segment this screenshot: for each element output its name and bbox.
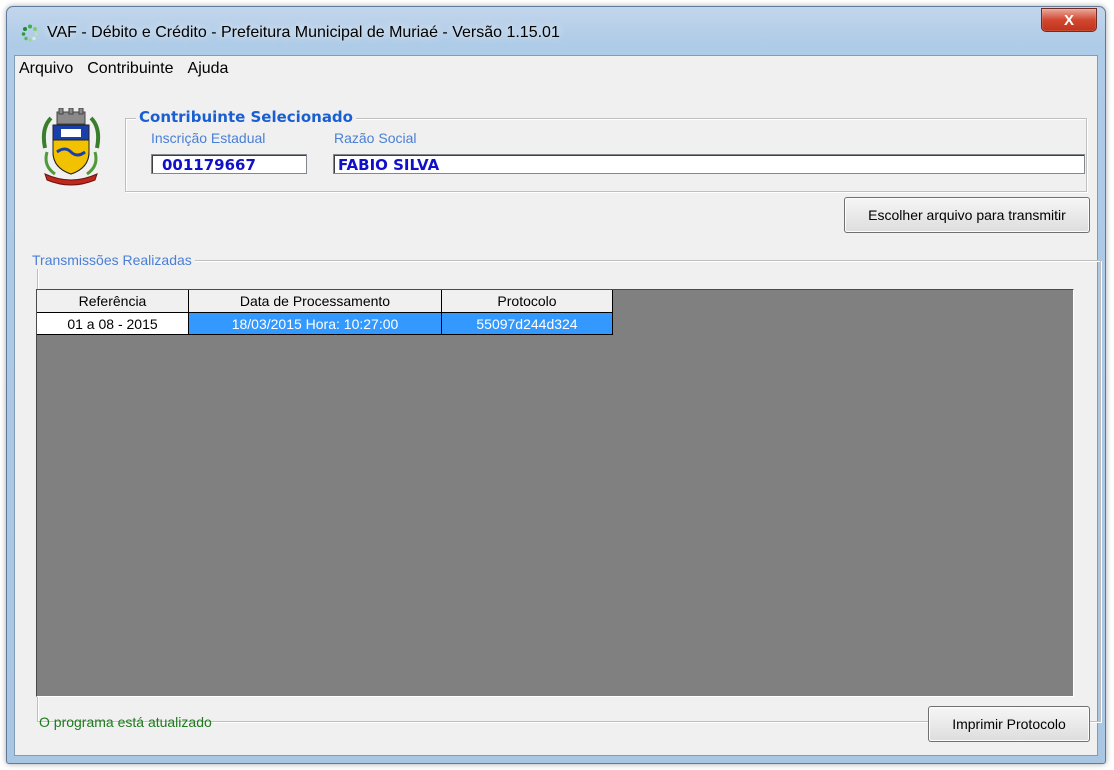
inscricao-label: Inscrição Estadual [151, 130, 266, 146]
table-row[interactable]: 01 a 08 - 2015 18/03/2015 Hora: 10:27:00… [37, 312, 613, 335]
close-button[interactable]: X [1041, 8, 1097, 32]
print-protocol-button[interactable]: Imprimir Protocolo [928, 706, 1090, 742]
contribuinte-group-title: Contribuinte Selecionado [136, 108, 356, 126]
menu-bar: Arquivo Contribuinte Ajuda [15, 56, 1097, 82]
cell-referencia[interactable]: 01 a 08 - 2015 [37, 312, 189, 335]
menu-contribuinte[interactable]: Contribuinte [80, 56, 180, 82]
window-title: VAF - Débito e Crédito - Prefeitura Muni… [47, 24, 560, 41]
razao-social-field[interactable]: FABIO SILVA [333, 154, 1085, 174]
client-area: Arquivo Contribuinte Ajuda Contribuinte … [14, 55, 1101, 756]
contribuinte-group: Contribuinte Selecionado Inscrição Estad… [125, 108, 1087, 192]
status-text: O programa está atualizado [39, 714, 212, 730]
inscricao-field[interactable]: 001179667 [151, 154, 307, 174]
main-window: VAF - Débito e Crédito - Prefeitura Muni… [6, 6, 1106, 764]
table-header-row: Referência Data de Processamento Protoco… [37, 290, 613, 313]
transmissoes-table: Referência Data de Processamento Protoco… [37, 290, 613, 335]
column-header-protocolo[interactable]: Protocolo [441, 290, 613, 313]
column-header-referencia[interactable]: Referência [37, 290, 189, 313]
coat-of-arms-logo [41, 108, 101, 186]
close-icon: X [1063, 11, 1074, 29]
cell-protocolo[interactable]: 55097d244d324 [441, 312, 613, 335]
razao-social-label: Razão Social [334, 130, 417, 146]
choose-file-button[interactable]: Escolher arquivo para transmitir [844, 197, 1090, 233]
cell-data-processamento[interactable]: 18/03/2015 Hora: 10:27:00 [188, 312, 442, 335]
title-bar[interactable]: VAF - Débito e Crédito - Prefeitura Muni… [7, 7, 1105, 55]
column-header-data-processamento[interactable]: Data de Processamento [188, 290, 442, 313]
app-icon [21, 24, 39, 42]
transmissoes-grid[interactable]: Referência Data de Processamento Protoco… [36, 289, 1074, 697]
transmissoes-group-title: Transmissões Realizadas [29, 251, 195, 269]
menu-ajuda[interactable]: Ajuda [181, 56, 236, 82]
menu-arquivo[interactable]: Arquivo [15, 56, 80, 82]
